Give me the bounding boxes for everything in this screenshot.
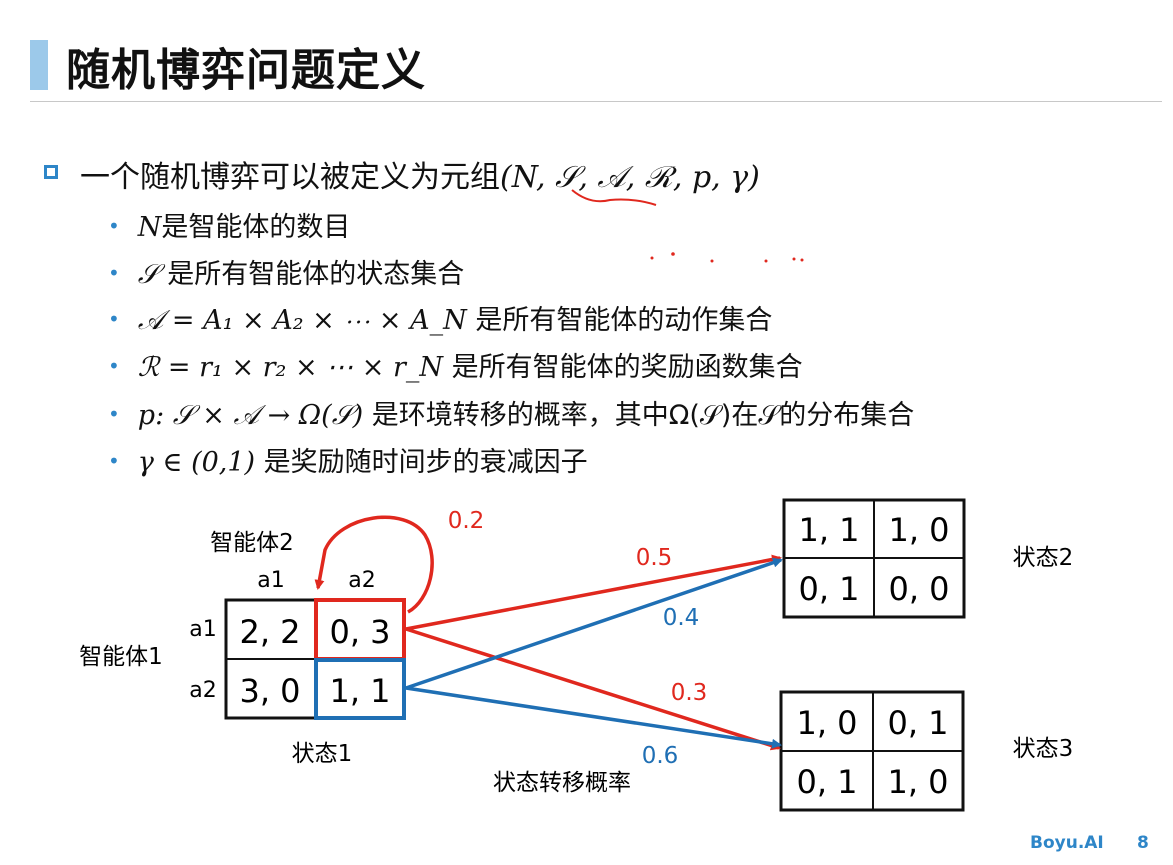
handwritten-underline: [571, 189, 657, 206]
handwritten-marks: [650, 252, 804, 263]
prob-self-loop: 0.2: [448, 508, 485, 534]
state3-cell: 1, 0: [887, 763, 948, 801]
col-action-label: a2: [348, 568, 375, 593]
blue-arrow-to-state3: [405, 686, 782, 749]
brand-logo-text: Boyu.AI: [1030, 833, 1104, 853]
state2-cell: 0, 1: [798, 570, 859, 608]
col-action-label: a1: [257, 568, 284, 593]
state1-cell: 3, 0: [239, 672, 300, 710]
state3-cell: 1, 0: [796, 704, 857, 742]
state1-cell: 2, 2: [239, 613, 300, 651]
row-action-label: a1: [189, 617, 216, 642]
state1-cell: 0, 3: [329, 613, 390, 651]
red-arrow-to-state3: [405, 627, 781, 751]
state1-label: 状态1: [292, 741, 353, 767]
stochastic-game-diagram: 2, 2 0, 3 3, 0 1, 1 智能体2 a1 a2 a1 a2 智能体…: [79, 189, 1074, 812]
row-action-label: a2: [189, 678, 216, 703]
agent2-label: 智能体2: [210, 530, 294, 556]
state3-cell: 0, 1: [796, 763, 857, 801]
prob-blue-to-state3: 0.6: [642, 743, 679, 769]
state3-cell: 0, 1: [887, 704, 948, 742]
page-number: 8: [1137, 833, 1149, 853]
state2-cell: 1, 0: [888, 511, 949, 549]
agent1-label: 智能体1: [79, 644, 163, 670]
state2-cell: 1, 1: [798, 511, 859, 549]
prob-red-to-state3: 0.3: [671, 680, 708, 706]
state1-cell: 1, 1: [329, 672, 390, 710]
state2-label: 状态2: [1013, 545, 1074, 571]
transition-caption: 状态转移概率: [493, 770, 631, 796]
state2-cell: 0, 0: [888, 570, 949, 608]
blue-arrow-to-state2: [405, 557, 783, 690]
red-arrow-to-state2: [405, 554, 782, 631]
state3-label: 状态3: [1013, 736, 1074, 762]
prob-red-to-state2: 0.5: [636, 545, 673, 571]
self-loop-arrow: [314, 515, 434, 614]
prob-blue-to-state2: 0.4: [663, 605, 700, 631]
